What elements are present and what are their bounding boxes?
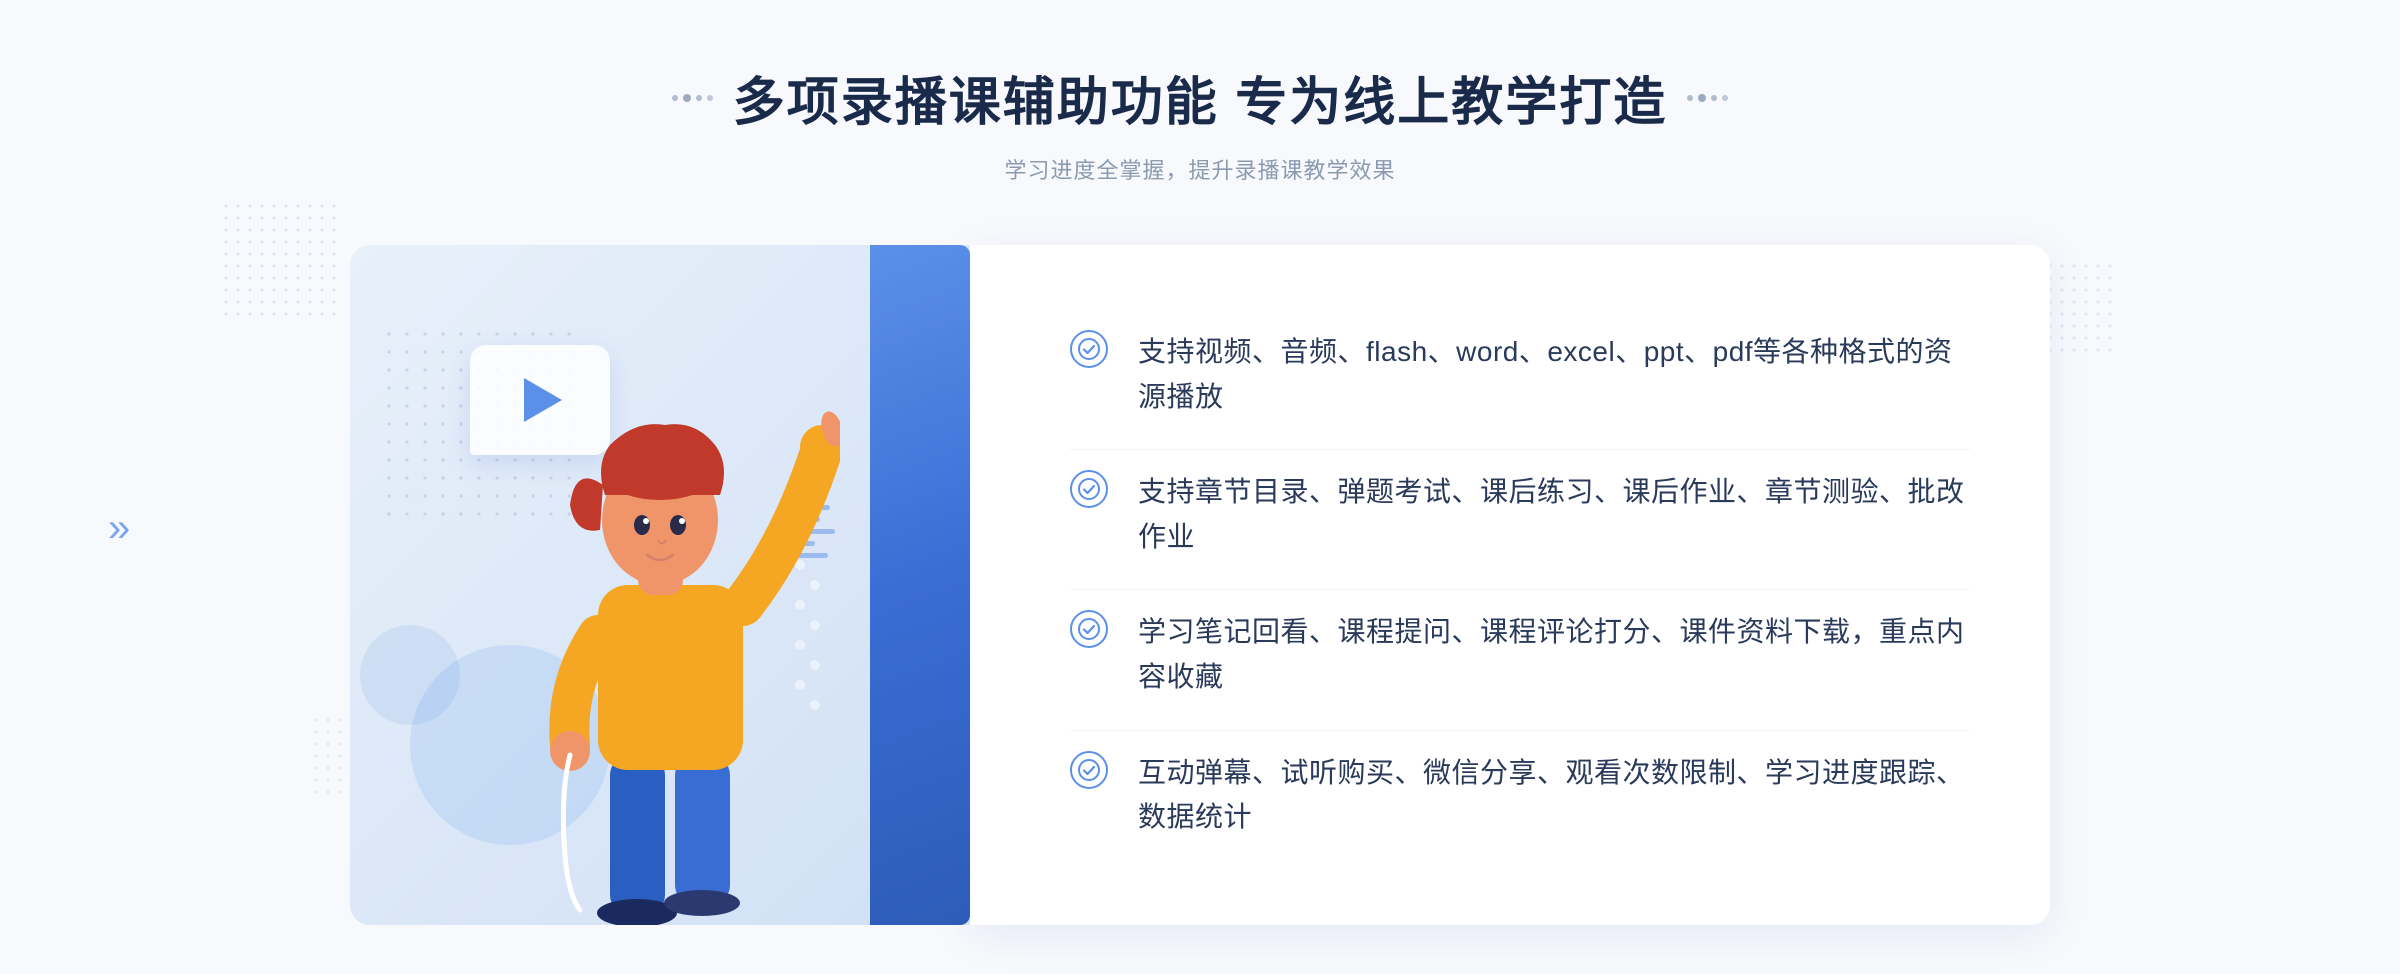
bg-dots-left [220, 200, 340, 320]
header-section: 多项录播课辅助功能 专为线上教学打造 学习进度全掌握，提升录播课教学效果 [672, 60, 1728, 185]
feature-text-3: 学习笔记回看、课程提问、课程评论打分、课件资料下载，重点内容收藏 [1138, 610, 1970, 700]
character-illustration [480, 365, 840, 925]
check-icon-2 [1070, 470, 1108, 508]
blue-bar-decoration [870, 245, 970, 925]
header-title-row: 多项录播课辅助功能 专为线上教学打造 [672, 60, 1728, 135]
main-title: 多项录播课辅助功能 专为线上教学打造 [733, 60, 1667, 135]
check-icon-4 [1070, 751, 1108, 789]
blue-circle-small [360, 625, 460, 725]
check-icon-1 [1070, 330, 1108, 368]
check-icon-3 [1070, 610, 1108, 648]
feature-text-1: 支持视频、音频、flash、word、excel、ppt、pdf等各种格式的资源… [1138, 330, 1970, 420]
header-dots-right [1687, 94, 1728, 102]
feature-item-4: 互动弹幕、试听购买、微信分享、观看次数限制、学习进度跟踪、数据统计 [1070, 730, 1970, 861]
left-illustration-panel [350, 245, 970, 925]
feature-item-3: 学习笔记回看、课程提问、课程评论打分、课件资料下载，重点内容收藏 [1070, 589, 1970, 720]
header-dots-left [672, 94, 713, 102]
page-wrapper: » 多项录播课辅助功能 专为线上教学打造 学习进度全掌握，提升录播课教学效果 [0, 0, 2400, 974]
sub-title: 学习进度全掌握，提升录播课教学效果 [672, 153, 1728, 185]
chevron-left-decoration: » [108, 506, 130, 551]
feature-item-2: 支持章节目录、弹题考试、课后练习、课后作业、章节测验、批改作业 [1070, 449, 1970, 580]
feature-item-1: 支持视频、音频、flash、word、excel、ppt、pdf等各种格式的资源… [1070, 310, 1970, 440]
feature-text-2: 支持章节目录、弹题考试、课后练习、课后作业、章节测验、批改作业 [1138, 470, 1970, 560]
feature-text-4: 互动弹幕、试听购买、微信分享、观看次数限制、学习进度跟踪、数据统计 [1138, 751, 1970, 841]
right-features-panel: 支持视频、音频、flash、word、excel、ppt、pdf等各种格式的资源… [970, 245, 2050, 925]
main-content: 支持视频、音频、flash、word、excel、ppt、pdf等各种格式的资源… [350, 245, 2050, 925]
